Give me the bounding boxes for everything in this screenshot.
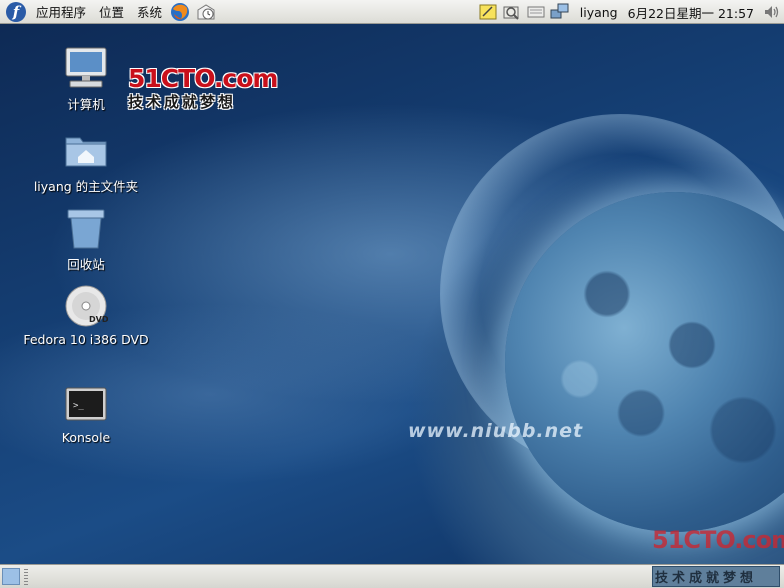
volume-icon[interactable] [761,2,783,22]
watermark-text: www.niubb.net [408,420,584,442]
desktop-icon-label: 回收站 [67,257,105,272]
desktop-icon-label: Fedora 10 i386 DVD [23,332,149,347]
brand-logo-text: 51CTO.com [128,64,278,93]
desktop-icon-label: Konsole [61,430,111,445]
clock-date: 6月22日星期一 [627,5,714,21]
workspace-label: 技术成就梦想 [655,571,758,586]
brand-tagline: 技术成就梦想 [128,93,237,111]
top-panel: f 应用程序 位置 系统 liyang 6月22日星期一 21:57 [0,0,784,24]
network-icon[interactable] [549,2,571,22]
menu-system[interactable]: 系统 [134,0,165,23]
clock[interactable]: 6月22日星期一 21:57 [628,3,754,22]
firefox-launcher-icon[interactable] [169,1,191,23]
terminal-icon: >_ [62,380,110,428]
trash-icon [62,204,110,252]
corner-brand-logo: 51CTO.com [652,526,784,554]
svg-text:>_: >_ [73,401,84,411]
workspace-switcher[interactable]: 技术成就梦想 [652,566,780,587]
clock-time: 21:57 [717,5,754,21]
keyboard-icon[interactable] [525,2,547,22]
desktop[interactable]: 计算机 51CTO.com 技术成就梦想 liyang 的主文件夹 回收站 DV… [0,24,784,564]
update-notifier-icon[interactable] [501,2,523,22]
home-folder-icon [62,126,110,174]
desktop-icon-label: liyang 的主文件夹 [33,179,139,194]
desktop-icon-konsole[interactable]: >_ Konsole [56,380,116,445]
desktop-icon-trash[interactable]: 回收站 [56,204,116,273]
panel-grip[interactable] [24,569,28,585]
user-name[interactable]: liyang [580,5,618,20]
computer-icon [62,44,110,92]
svg-text:DVD: DVD [89,315,108,324]
notes-icon[interactable] [477,2,499,22]
mail-clock-launcher-icon[interactable] [195,1,217,23]
desktop-icon-computer[interactable]: 计算机 [56,44,116,113]
show-desktop-button[interactable] [2,568,20,585]
brand-logo: 51CTO.com 技术成就梦想 [128,64,278,112]
desktop-icon-dvd[interactable]: DVD Fedora 10 i386 DVD [18,282,154,347]
menu-applications[interactable]: 应用程序 [33,0,89,23]
bottom-panel: 技术成就梦想 [0,564,784,588]
desktop-icon-home[interactable]: liyang 的主文件夹 [24,126,148,195]
dvd-icon: DVD [62,282,110,330]
desktop-icon-label: 计算机 [67,97,105,112]
menu-places[interactable]: 位置 [96,0,127,23]
fedora-logo-icon[interactable]: f [6,1,26,22]
